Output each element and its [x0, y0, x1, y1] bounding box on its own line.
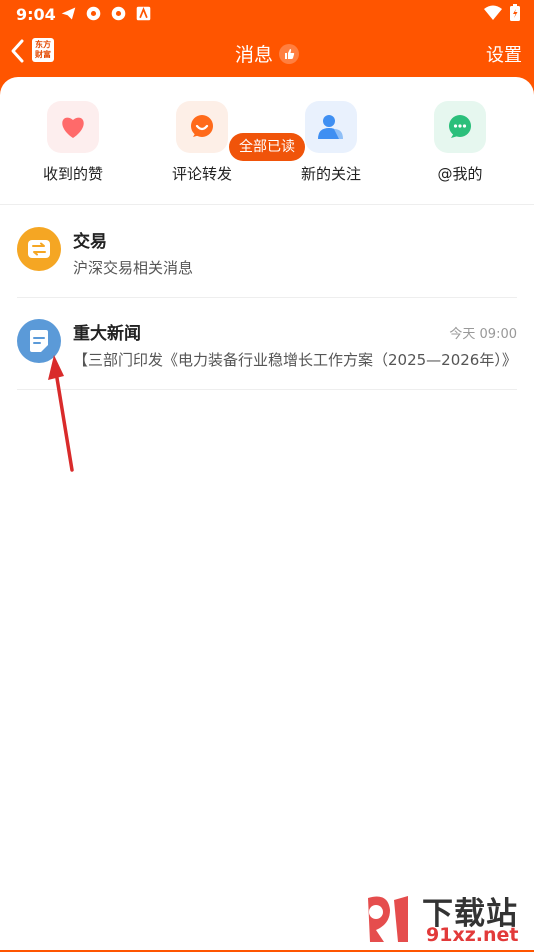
- message-title: 交易: [73, 232, 107, 252]
- settings-button[interactable]: 设置: [486, 41, 522, 67]
- message-row-news[interactable]: 重大新闻 今天 09:00 【三部门印发《电力装备行业稳增长工作方案（2025—…: [0, 297, 534, 387]
- quick-action-label: 收到的赞: [42, 165, 103, 183]
- comment-icon: [176, 101, 228, 153]
- telegram-icon: [61, 7, 76, 20]
- divider: [17, 389, 517, 390]
- status-bar: 9:04: [0, 0, 534, 28]
- message-time: 今天 09:00: [449, 327, 517, 342]
- message-subtitle: 【三部门印发《电力装备行业稳增长工作方案（2025—2026年）》: [73, 351, 517, 369]
- status-system-icons: [484, 4, 520, 21]
- app-notification-icon: [136, 6, 151, 21]
- app-notification-icon: [111, 6, 126, 21]
- app-notification-icon: [86, 6, 101, 21]
- exchange-icon: [17, 227, 61, 271]
- wifi-icon: [484, 5, 502, 20]
- status-time: 9:04: [16, 5, 56, 24]
- watermark-domain: 91xz.net: [426, 924, 519, 946]
- message-row-trade[interactable]: 交易 沪深交易相关消息: [0, 205, 534, 295]
- battery-icon: [510, 4, 520, 21]
- quick-action-mentions[interactable]: @我的: [405, 101, 515, 184]
- quick-action-label: 评论转发: [171, 165, 232, 183]
- quick-action-label: 新的关注: [300, 165, 361, 183]
- heart-icon: [47, 101, 99, 153]
- message-subtitle: 沪深交易相关消息: [73, 259, 194, 277]
- watermark-logo-icon: [368, 896, 408, 942]
- page-title: 消息: [234, 44, 273, 66]
- chat-icon: [434, 101, 486, 153]
- status-notification-icons: [60, 5, 152, 22]
- mark-all-read-button[interactable]: 全部已读: [229, 133, 305, 161]
- watermark: 下载站 91xz.net: [358, 890, 530, 948]
- top-nav-bar: 东方财富 消息 设置: [0, 28, 534, 76]
- thumbs-up-icon[interactable]: [279, 43, 299, 64]
- quick-action-label: @我的: [437, 165, 483, 183]
- content-panel: 收到的赞 评论转发 新的关注 @我的 交易 沪深交易相关消息 重大新闻 今天 0…: [0, 77, 534, 950]
- user-icon: [305, 101, 357, 153]
- page-title-container: 消息: [0, 40, 534, 67]
- document-icon: [17, 319, 61, 363]
- quick-action-likes[interactable]: 收到的赞: [18, 101, 128, 184]
- message-title: 重大新闻: [73, 324, 141, 344]
